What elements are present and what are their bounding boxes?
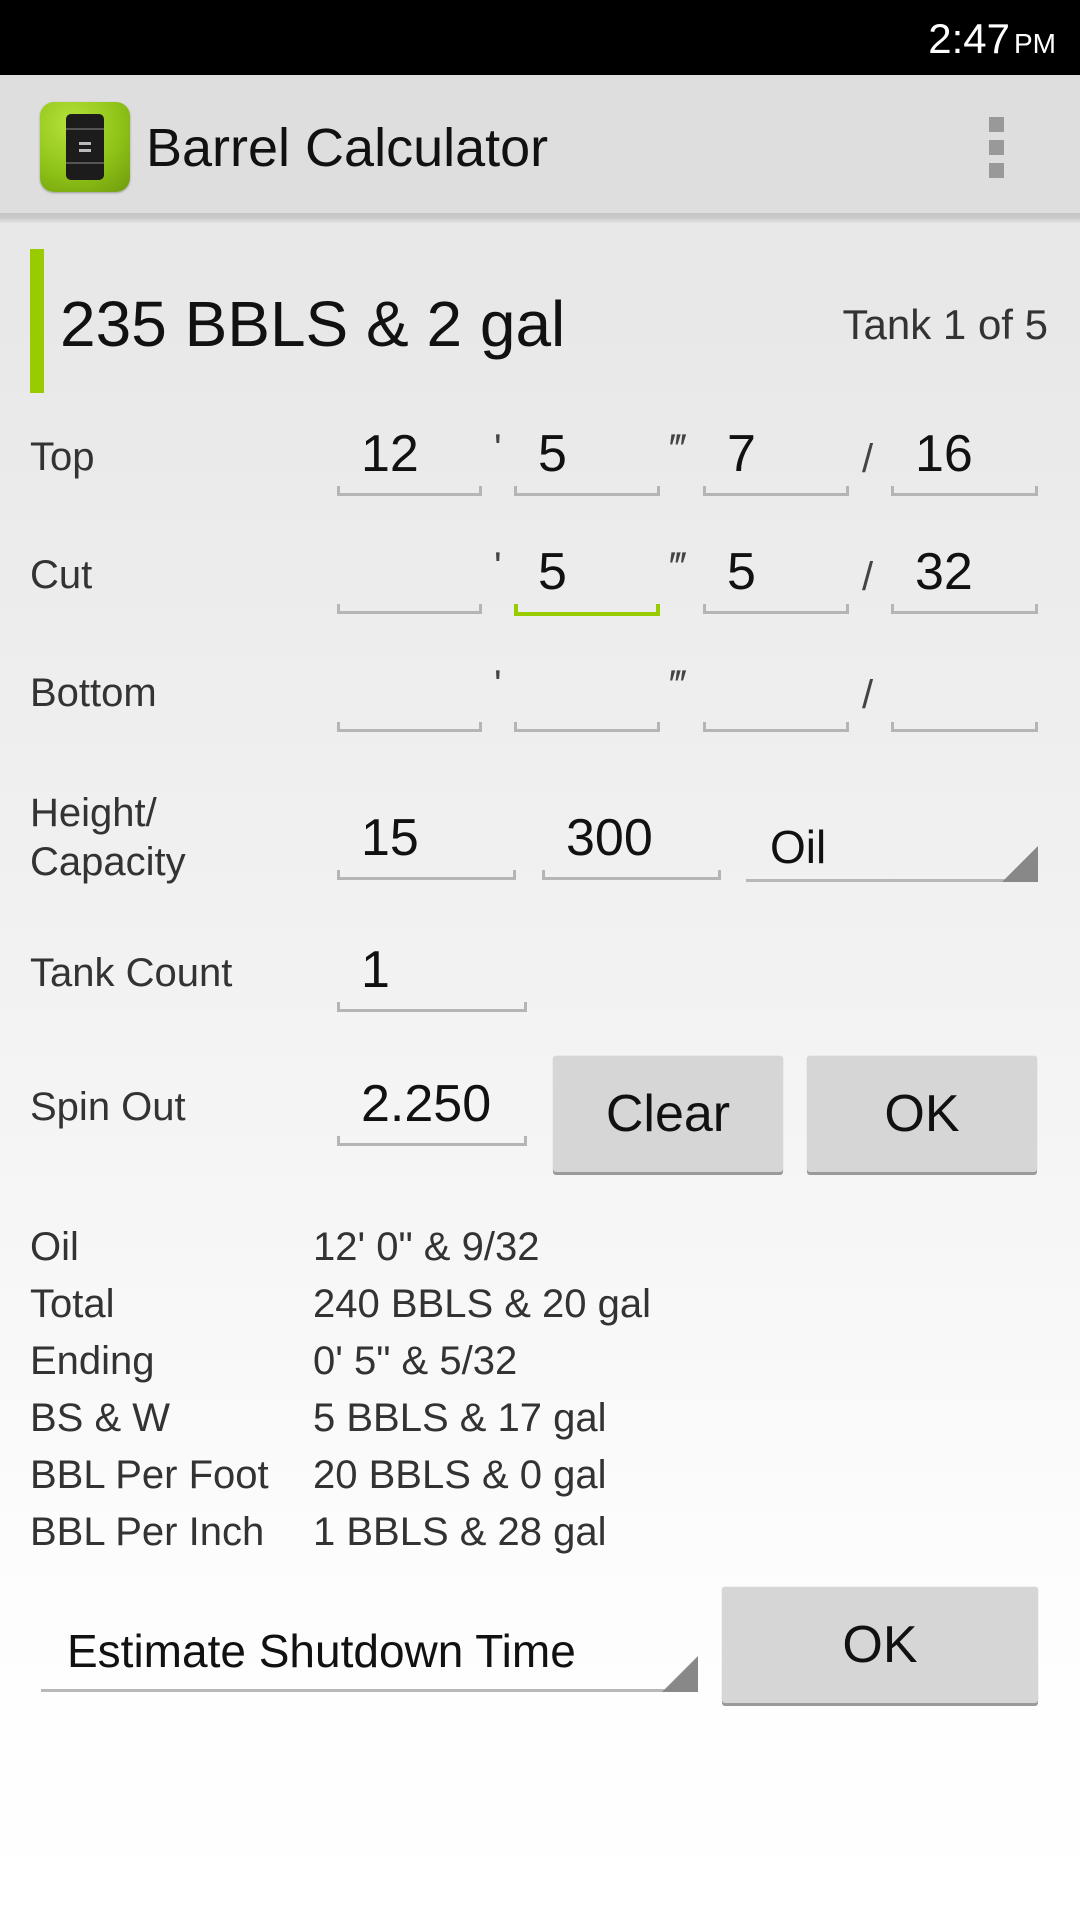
inches-separator: ‴ <box>672 663 687 707</box>
result-total: 235 BBLS & 2 gal <box>60 288 566 360</box>
feet-separator: ' <box>494 545 502 589</box>
dropdown-triangle-icon <box>1002 846 1038 882</box>
menu-dot <box>989 117 1004 132</box>
result-accent-bar <box>30 249 44 393</box>
result-label-bsw: BS & W <box>30 1396 171 1440</box>
fraction-separator: / <box>862 555 874 599</box>
top-inches-input[interactable]: 5 <box>514 424 660 496</box>
tank-height-input[interactable]: 15 <box>337 808 516 880</box>
barrel-shape <box>66 114 104 180</box>
app-title: Barrel Calculator <box>146 118 549 178</box>
cut-numerator-input[interactable]: 5 <box>703 542 849 614</box>
inches-separator: ‴ <box>672 427 687 471</box>
result-label-bbl-per-foot: BBL Per Foot <box>30 1453 269 1497</box>
bottom-feet-input[interactable] <box>337 660 482 732</box>
height-capacity-label-line2: Capacity <box>30 840 186 884</box>
barrel-ring <box>66 162 104 164</box>
spinner-underline <box>41 1689 698 1692</box>
barrel-label-mark <box>79 142 91 145</box>
result-value-bbl-per-inch: 1 BBLS & 28 gal <box>313 1510 607 1554</box>
cut-denominator-input[interactable]: 32 <box>891 542 1038 614</box>
fluid-type-value: Oil <box>770 821 827 873</box>
result-value-oil: 12' 0" & 9/32 <box>313 1225 540 1269</box>
status-bar: 2:47 PM <box>0 0 1080 75</box>
result-value-total: 240 BBLS & 20 gal <box>313 1282 652 1326</box>
tank-count-input[interactable]: 1 <box>337 940 527 1012</box>
status-clock: 2:47 PM <box>928 14 1056 69</box>
top-numerator-input[interactable]: 7 <box>703 424 849 496</box>
action-bar-shadow <box>0 213 1080 223</box>
top-denominator-input[interactable]: 16 <box>891 424 1038 496</box>
result-value-bsw: 5 BBLS & 17 gal <box>313 1396 607 1440</box>
cut-inches-input[interactable]: 5 <box>514 542 660 616</box>
inches-separator: ‴ <box>672 545 687 589</box>
result-label-oil: Oil <box>30 1225 79 1269</box>
feet-separator: ' <box>494 427 502 471</box>
menu-dot <box>989 140 1004 155</box>
bottom-numerator-input[interactable] <box>703 660 849 732</box>
clock-time: 2:47 <box>928 15 1010 62</box>
dropdown-triangle-icon <box>662 1656 698 1692</box>
oil-barrel-icon[interactable] <box>40 102 130 192</box>
fluid-type-spinner[interactable]: Oil <box>746 812 1038 882</box>
height-capacity-label-line1: Height/ <box>30 791 157 835</box>
spin-out-input[interactable]: 2.250 <box>337 1074 527 1146</box>
menu-dot <box>989 163 1004 178</box>
barrel-ring <box>66 128 104 130</box>
result-label-bbl-per-inch: BBL Per Inch <box>30 1510 265 1554</box>
bottom-label: Bottom <box>30 671 157 715</box>
cut-label: Cut <box>30 553 93 597</box>
spinner-underline <box>746 879 1038 882</box>
calculate-ok-button[interactable]: OK <box>807 1056 1037 1172</box>
fraction-separator: / <box>862 673 874 717</box>
tank-indicator: Tank 1 of 5 <box>842 301 1048 348</box>
result-label-total: Total <box>30 1282 115 1326</box>
feet-separator: ' <box>494 663 502 707</box>
spin-out-label: Spin Out <box>30 1085 186 1129</box>
bottom-denominator-input[interactable] <box>891 660 1038 732</box>
clear-button[interactable]: Clear <box>553 1056 783 1172</box>
result-value-ending: 0' 5" & 5/32 <box>313 1339 518 1383</box>
barrel-label-mark <box>79 149 91 152</box>
result-label-ending: Ending <box>30 1339 155 1383</box>
top-label: Top <box>30 435 95 479</box>
overflow-menu-icon[interactable] <box>986 117 1006 179</box>
top-feet-input[interactable]: 12 <box>337 424 482 496</box>
cut-feet-input[interactable] <box>337 542 482 614</box>
estimate-ok-button[interactable]: OK <box>722 1587 1038 1703</box>
tank-count-label: Tank Count <box>30 951 233 995</box>
tank-capacity-input[interactable]: 300 <box>542 808 721 880</box>
clock-ampm: PM <box>1014 28 1056 59</box>
result-value-bbl-per-foot: 20 BBLS & 0 gal <box>313 1453 607 1497</box>
estimate-type-spinner[interactable]: Estimate Shutdown Time <box>41 1620 698 1692</box>
estimate-type-value: Estimate Shutdown Time <box>67 1625 576 1677</box>
bottom-inches-input[interactable] <box>514 660 660 732</box>
fraction-separator: / <box>862 437 874 481</box>
